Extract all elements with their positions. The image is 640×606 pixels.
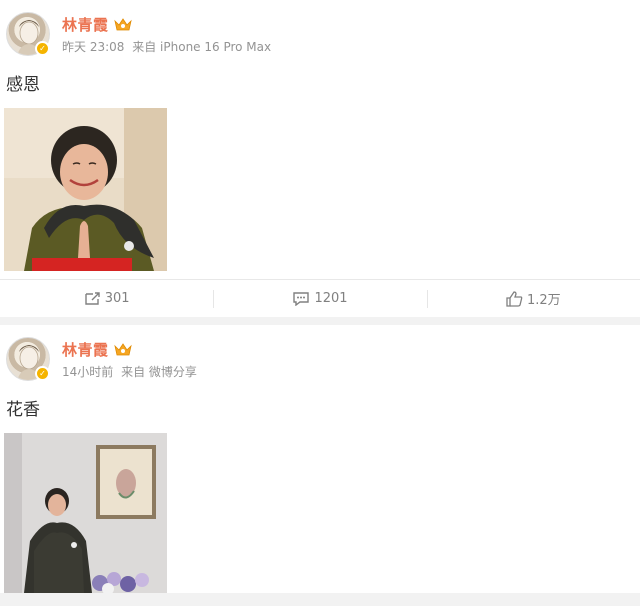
post-card: ✓ 林青霞 昨天 23:08 来自 iPhone 16 Pro Max 感恩 3… (0, 0, 640, 317)
post-photo[interactable] (4, 433, 167, 593)
post-time[interactable]: 14小时前 (62, 365, 113, 379)
post-meta: 14小时前 来自 微博分享 (62, 363, 197, 380)
weibo-feed: ✓ 林青霞 昨天 23:08 来自 iPhone 16 Pro Max 感恩 3… (0, 0, 640, 593)
author-name-link[interactable]: 林青霞 (62, 14, 133, 35)
post-source: 来自 微博分享 (121, 365, 197, 379)
post-meta: 昨天 23:08 来自 iPhone 16 Pro Max (62, 38, 271, 55)
comment-icon (293, 292, 310, 306)
repost-count: 301 (104, 291, 130, 306)
post-text: 花香 (6, 400, 40, 420)
comment-button[interactable]: 1201 (213, 280, 426, 317)
vip-crown-icon (113, 17, 133, 32)
author-name[interactable]: 林青霞 (62, 339, 109, 360)
post-time[interactable]: 昨天 23:08 (62, 40, 124, 54)
like-button[interactable]: 1.2万 (426, 280, 640, 317)
post-text: 感恩 (6, 75, 40, 95)
post-card: ✓ 林青霞 14小时前 来自 微博分享 花香 (0, 325, 640, 593)
vip-crown-icon (113, 342, 133, 357)
repost-button[interactable]: 301 (0, 280, 213, 317)
like-count: 1.2万 (526, 293, 561, 308)
comment-count: 1201 (314, 291, 348, 306)
post-source: 来自 iPhone 16 Pro Max (132, 40, 272, 54)
verified-badge-icon: ✓ (35, 41, 50, 56)
post-header: ✓ 林青霞 14小时前 来自 微博分享 (0, 325, 640, 387)
post-photo[interactable] (4, 108, 167, 271)
post-actions: 301 1201 1.2万 (0, 279, 640, 317)
post-header: ✓ 林青霞 昨天 23:08 来自 iPhone 16 Pro Max (0, 0, 640, 62)
author-name[interactable]: 林青霞 (62, 14, 109, 35)
repost-icon (85, 292, 100, 305)
author-name-link[interactable]: 林青霞 (62, 339, 133, 360)
verified-badge-icon: ✓ (35, 366, 50, 381)
thumbs-up-icon (506, 290, 523, 307)
